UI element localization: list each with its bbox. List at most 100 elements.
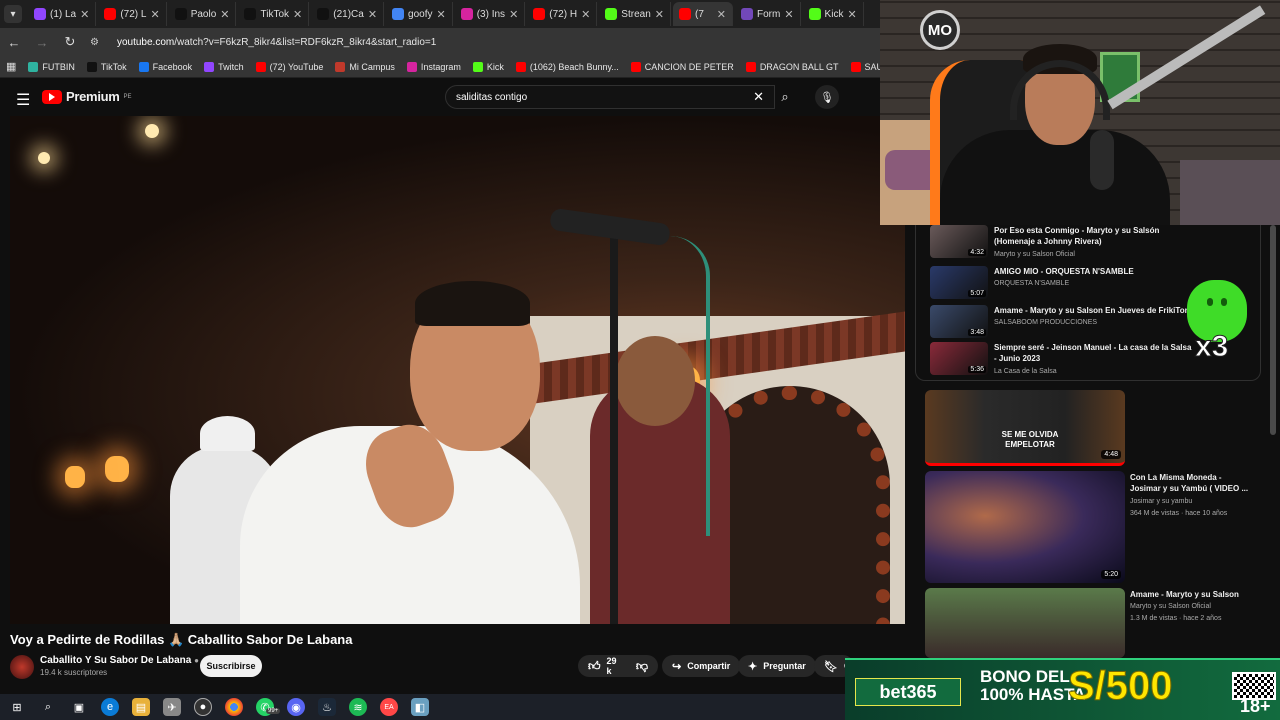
- reload-icon[interactable]: ↻: [62, 34, 78, 50]
- close-tab-icon[interactable]: ✕: [581, 8, 590, 21]
- like-button[interactable]: 👍︎ 29 k: [588, 656, 622, 676]
- voice-search-button[interactable]: 🎙: [815, 85, 839, 109]
- browser-tab[interactable]: (3) Ins ✕: [455, 2, 526, 26]
- related-title[interactable]: Amame - Maryto y su Salson: [1130, 589, 1250, 600]
- close-tab-icon[interactable]: ✕: [150, 8, 159, 21]
- site-info-icon[interactable]: ⚙: [90, 37, 99, 48]
- browser-tab[interactable]: goofy ✕: [386, 2, 453, 26]
- bookmark-item[interactable]: Twitch: [204, 61, 244, 72]
- close-tab-icon[interactable]: ✕: [717, 8, 726, 21]
- related-thumbnail[interactable]: [925, 588, 1125, 658]
- spotify-icon[interactable]: ≋: [349, 698, 367, 716]
- related-thumbnail[interactable]: 5:20: [925, 471, 1125, 583]
- close-tab-icon[interactable]: ✕: [437, 8, 446, 21]
- app-icon[interactable]: ✈: [163, 698, 181, 716]
- bookmark-item[interactable]: FUTBIN: [28, 61, 75, 72]
- close-tab-icon[interactable]: ✕: [784, 8, 793, 21]
- playlist-item[interactable]: 4:32 Por Eso esta Conmigo - Maryto y su S…: [930, 225, 1250, 261]
- discord-icon[interactable]: ◉: [287, 698, 305, 716]
- bookmark-item[interactable]: Mi Campus: [335, 61, 395, 72]
- menu-icon[interactable]: ☰: [16, 90, 30, 110]
- playlist-thumbnail[interactable]: 3:48: [930, 305, 988, 338]
- playlist-title[interactable]: Siempre seré - Jeinson Manuel - La casa …: [994, 342, 1194, 364]
- clear-search-icon[interactable]: ✕: [753, 89, 764, 105]
- back-icon[interactable]: ←: [6, 35, 22, 50]
- edge-icon[interactable]: e: [101, 698, 119, 716]
- ea-icon[interactable]: EA: [380, 698, 398, 716]
- playlist-channel[interactable]: La Casa de la Salsa: [994, 368, 1057, 375]
- browser-tab[interactable]: TikTok ✕: [238, 2, 310, 26]
- playlist-channel[interactable]: Maryto y su Salson Oficial: [994, 251, 1075, 258]
- close-tab-icon[interactable]: ✕: [655, 8, 664, 21]
- close-tab-icon[interactable]: ✕: [220, 8, 229, 21]
- tab-favicon-icon: [244, 8, 257, 20]
- file-explorer-icon[interactable]: ▤: [132, 698, 150, 716]
- close-tab-icon[interactable]: ✕: [368, 8, 377, 21]
- search-icon[interactable]: ⌕: [39, 698, 57, 716]
- playlist-title[interactable]: AMIGO MIO - ORQUESTA N'SAMBLE: [994, 266, 1194, 277]
- browser-tab[interactable]: (1) La ✕: [28, 2, 97, 26]
- tab-favicon-icon: [317, 8, 330, 20]
- obs-icon[interactable]: ●: [194, 698, 212, 716]
- tab-search-button[interactable]: ▾: [4, 5, 22, 23]
- chrome-icon[interactable]: [225, 698, 243, 716]
- playlist-title[interactable]: Por Eso esta Conmigo - Maryto y su Salsó…: [994, 225, 1194, 247]
- sidebar-scrollbar[interactable]: [1270, 225, 1276, 435]
- playlist-channel[interactable]: SALSABOOM PRODUCCIONES: [994, 319, 1097, 326]
- search-button[interactable]: ⌕: [768, 85, 802, 109]
- search-input[interactable]: saliditas contigo ✕: [445, 85, 775, 109]
- bookmark-item[interactable]: CANCION DE PETER: [630, 61, 734, 72]
- bookmark-item[interactable]: (1062) Beach Bunny...: [515, 61, 619, 72]
- url-field[interactable]: youtube.com/watch?v=F6kzR_8ikr4&list=RDF…: [117, 37, 436, 48]
- channel-name[interactable]: Caballito Y Su Sabor De Labana ●: [40, 655, 199, 666]
- windows-start-icon[interactable]: ⊞: [8, 698, 26, 716]
- browser-tab[interactable]: (21)Ca ✕: [311, 2, 385, 26]
- related-thumbnail[interactable]: SE ME OLVIDA EMPELOTAR 4:48: [925, 390, 1125, 466]
- tab-label: (72) H: [549, 8, 578, 20]
- url-path: /watch?v=F6kzR_8ikr4&list=RDF6kzR_8ikr4&…: [174, 36, 437, 48]
- bookmark-item[interactable]: Kick: [472, 61, 504, 72]
- browser-tab[interactable]: (7 ✕: [672, 2, 733, 26]
- related-channel[interactable]: Josimar y su yambu: [1130, 497, 1192, 507]
- steam-icon[interactable]: ♨: [318, 698, 336, 716]
- playlist-thumbnail[interactable]: 4:32: [930, 225, 988, 258]
- bookmark-favicon-icon: [204, 61, 215, 72]
- subscribe-button[interactable]: Suscribirse: [200, 655, 262, 677]
- close-tab-icon[interactable]: ✕: [80, 8, 89, 21]
- thumbs-up-icon: 👍︎: [588, 658, 601, 673]
- video-duration: 4:48: [1101, 450, 1121, 459]
- forward-icon[interactable]: →: [34, 35, 50, 50]
- related-title[interactable]: Con La Misma Moneda - Josimar y su Yambú…: [1130, 472, 1250, 494]
- bookmark-item[interactable]: TikTok: [86, 61, 127, 72]
- bookmark-item[interactable]: Facebook: [138, 61, 192, 72]
- video-player[interactable]: [10, 116, 905, 624]
- close-tab-icon[interactable]: ✕: [847, 8, 856, 21]
- whatsapp-icon[interactable]: ✆ 99+: [256, 698, 281, 716]
- close-tab-icon[interactable]: ✕: [509, 8, 518, 21]
- bookmark-item[interactable]: DRAGON BALL GT: [745, 61, 839, 72]
- close-tab-icon[interactable]: ✕: [293, 8, 302, 21]
- browser-tab[interactable]: Paolo ✕: [169, 2, 237, 26]
- related-channel[interactable]: Maryto y su Salson Oficial: [1130, 602, 1211, 612]
- share-button[interactable]: ↪ Compartir: [662, 655, 741, 677]
- dislike-button[interactable]: 👎︎: [636, 659, 648, 674]
- playlist-thumbnail[interactable]: 5:36: [930, 342, 988, 375]
- browser-tab[interactable]: Form ✕: [735, 2, 801, 26]
- bookmark-item[interactable]: (72) YouTube: [255, 61, 323, 72]
- channel-avatar[interactable]: [10, 655, 34, 679]
- browser-tab[interactable]: (72) L ✕: [98, 2, 167, 26]
- bookmark-item[interactable]: SAU: [850, 61, 883, 72]
- apps-grid-icon[interactable]: ▦: [6, 60, 16, 73]
- playlist-title[interactable]: Amame - Maryto y su Salson En Jueves de …: [994, 305, 1194, 316]
- task-view-icon[interactable]: ▣: [70, 698, 88, 716]
- bookmark-item[interactable]: Instagram: [406, 61, 461, 72]
- ask-button[interactable]: ✦ Preguntar: [738, 655, 816, 677]
- tab-label: (72) L: [120, 8, 147, 20]
- playlist-thumbnail[interactable]: 5:07: [930, 266, 988, 299]
- youtube-logo[interactable]: Premium PE: [42, 89, 132, 104]
- browser-tab[interactable]: Strean ✕: [599, 2, 671, 26]
- browser-tab[interactable]: (72) H ✕: [527, 2, 598, 26]
- browser-tab[interactable]: Kick ✕: [803, 2, 864, 26]
- playlist-channel[interactable]: ORQUESTA N'SAMBLE: [994, 280, 1069, 287]
- app-icon[interactable]: ◧: [411, 698, 429, 716]
